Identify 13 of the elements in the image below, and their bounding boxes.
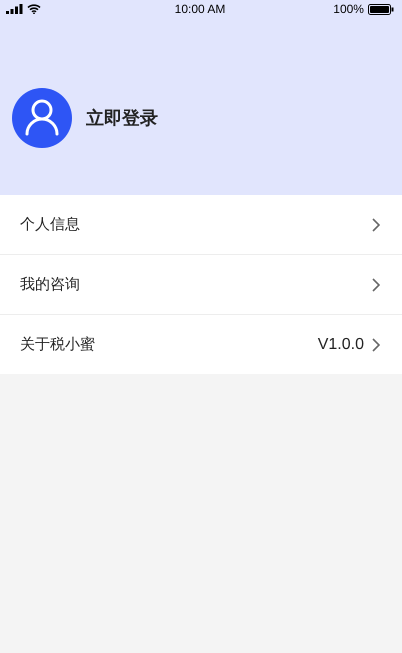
battery-percent: 100%: [333, 2, 364, 16]
avatar-icon[interactable]: [12, 88, 72, 148]
status-time: 10:00 AM: [174, 2, 226, 16]
battery-icon: [368, 4, 394, 14]
menu-item[interactable]: 我的咨询: [0, 255, 402, 315]
signal-icon: [6, 4, 23, 14]
chevron-right-icon: [372, 278, 380, 292]
chevron-right-icon: [372, 218, 380, 232]
menu-item[interactable]: 个人信息: [0, 195, 402, 255]
wifi-icon: [27, 4, 41, 14]
login-link[interactable]: 立即登录: [86, 106, 158, 130]
chevron-right-icon: [372, 338, 380, 352]
menu-item[interactable]: 关于税小蜜 V1.0.0: [0, 315, 402, 374]
